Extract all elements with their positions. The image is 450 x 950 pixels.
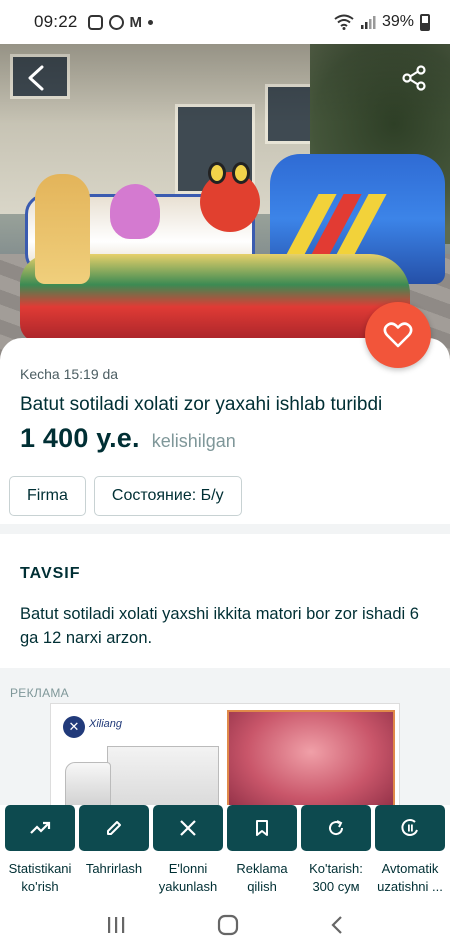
refresh-icon (329, 820, 344, 836)
notification-icons: M (87, 13, 154, 31)
heart-icon (383, 322, 413, 348)
listing-price: 1 400 у.е. (20, 423, 140, 453)
action-bump[interactable]: Ko'tarish: 300 сум (300, 805, 372, 900)
status-time: 09:22 (34, 12, 78, 31)
battery-percent: 39% (381, 13, 414, 30)
close-listing-label: E'lonni yakunlash (158, 861, 218, 894)
dot-icon (148, 19, 154, 25)
share-button[interactable] (396, 60, 432, 96)
auto-renew-icon (401, 819, 418, 837)
home-icon[interactable] (217, 914, 239, 936)
instagram-icon (87, 14, 103, 30)
edit-button[interactable] (79, 805, 149, 851)
close-icon (180, 820, 196, 836)
description-heading: TAVSIF (20, 565, 81, 582)
ad-brand-logo: ✕ (63, 716, 85, 738)
action-promote[interactable]: Reklama qilish (226, 805, 298, 900)
price-row: 1 400 у.е. kelishilgan (20, 423, 236, 454)
battery-icon (420, 13, 430, 31)
auto-renew-button[interactable] (375, 805, 445, 851)
listing-tags: Firma Состояние: Б/у (9, 476, 242, 516)
tag-seller-type[interactable]: Firma (9, 476, 86, 516)
promote-label: Reklama qilish (236, 861, 288, 894)
description-text: Batut sotiladi xolati yaxshi ikkita mato… (20, 605, 419, 647)
bump-button[interactable] (301, 805, 371, 851)
system-status: 39% (334, 13, 430, 31)
gmail-icon: M (129, 13, 143, 31)
tag-condition[interactable]: Состояние: Б/у (93, 476, 242, 516)
section-divider (0, 524, 450, 534)
close-listing-button[interactable] (153, 805, 223, 851)
action-close-listing[interactable]: E'lonni yakunlash (152, 805, 224, 900)
ad-label: РЕКЛАМА (10, 686, 69, 700)
action-statistics[interactable]: Statistikani ko'rish (4, 805, 76, 900)
price-negotiable-note: kelishilgan (151, 431, 236, 451)
status-bar: 09:22 M 39% (0, 0, 450, 44)
arrow-back-icon (28, 65, 44, 91)
action-edit[interactable]: Tahrirlash (78, 805, 150, 900)
statistics-label: Statistikani ko'rish (8, 861, 72, 894)
ad-truck-image: ✕ Xiliang (57, 710, 222, 812)
bookmark-icon (256, 820, 268, 836)
statistics-button[interactable] (5, 805, 75, 851)
back-button[interactable] (18, 60, 54, 96)
auto-renew-label: Avtomatik uzatishni ... (377, 861, 443, 894)
recent-apps-icon[interactable] (106, 916, 126, 934)
wifi-icon (334, 14, 354, 30)
edit-label: Tahrirlash (85, 861, 143, 876)
bump-label: Ko'tarish: 300 сум (309, 861, 363, 894)
promote-button[interactable] (227, 805, 297, 851)
action-auto-renew[interactable]: Avtomatik uzatishni ... (374, 805, 446, 900)
ad-banner[interactable]: ✕ Xiliang (50, 703, 400, 813)
listing-date: Kecha 15:19 da (20, 366, 119, 382)
signal-icon (360, 16, 376, 29)
favorite-button[interactable] (365, 302, 431, 368)
owner-actions-bar: Statistikani ko'rish Tahrirlash E'lonni … (0, 805, 450, 900)
back-nav-icon[interactable] (330, 915, 344, 935)
messenger-icon (108, 14, 124, 30)
listing-title: Batut sotiladi xolati zor yaxahi ishlab … (20, 394, 383, 415)
ad-lips-image (227, 710, 395, 812)
system-navigation-bar (0, 900, 450, 950)
ad-brand-name: Xiliang (89, 718, 123, 730)
trending-up-icon (30, 821, 51, 834)
pencil-icon (107, 821, 121, 835)
share-icon (402, 65, 426, 91)
